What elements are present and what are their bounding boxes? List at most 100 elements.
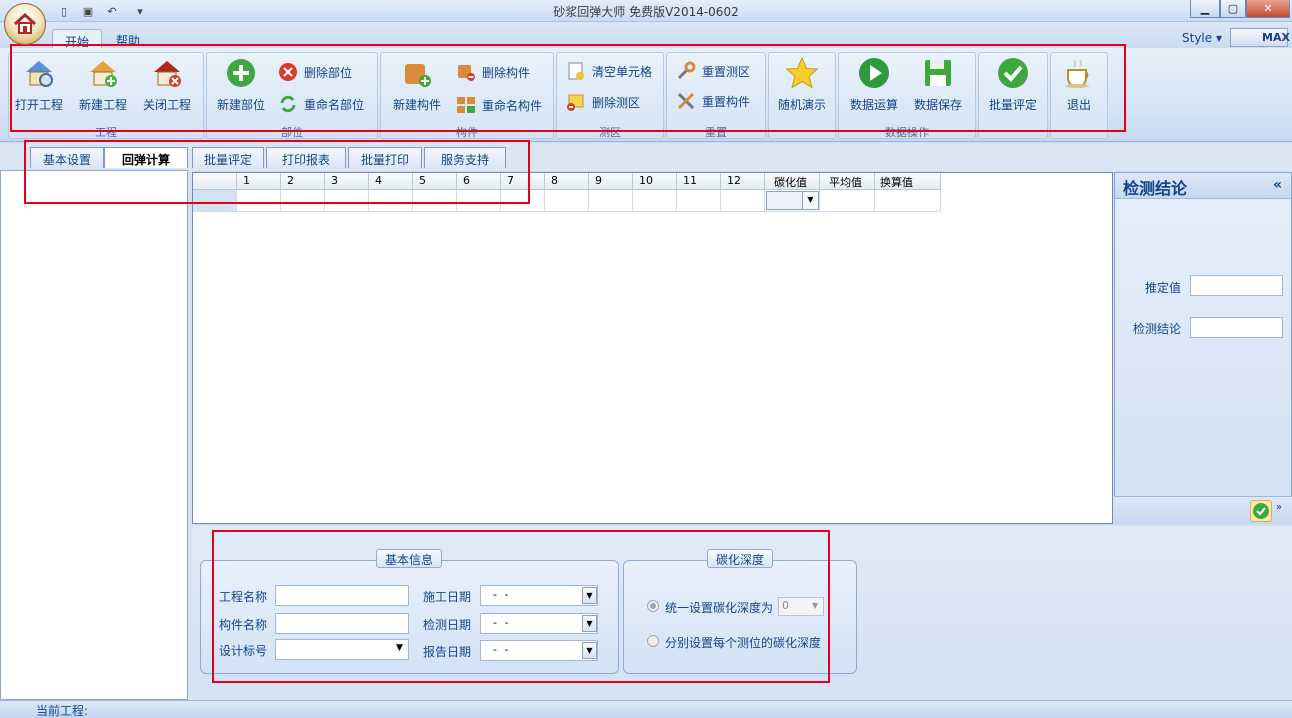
grid-cell[interactable] bbox=[545, 190, 589, 212]
delete-note-icon bbox=[567, 94, 584, 111]
grid-cell[interactable] bbox=[413, 190, 457, 212]
rename-member-button[interactable]: 重命名构件 bbox=[456, 93, 542, 117]
maximize-button[interactable]: ▢ bbox=[1220, 0, 1246, 18]
report-date-label: 报告日期 bbox=[423, 645, 472, 659]
group-title-part: 部位 bbox=[281, 126, 303, 139]
save-icon[interactable]: ▣ bbox=[80, 4, 96, 18]
delete-member-button[interactable]: 删除构件 bbox=[456, 60, 530, 84]
design-grade-select[interactable] bbox=[275, 639, 409, 660]
grid-header-col[interactable]: 4 bbox=[369, 173, 413, 190]
project-tree-panel[interactable] bbox=[0, 170, 188, 700]
grid-cell[interactable] bbox=[721, 190, 765, 212]
chevron-down-icon[interactable]: ▼ bbox=[802, 192, 818, 209]
tab-start[interactable]: 开始 bbox=[52, 29, 103, 50]
grid-header-col[interactable]: 7 bbox=[501, 173, 545, 190]
report-date-field[interactable]: - - bbox=[480, 640, 598, 661]
grid-cell[interactable] bbox=[281, 190, 325, 212]
chevron-down-icon[interactable]: ▼ bbox=[582, 587, 597, 604]
new-part-button[interactable]: 新建部位 bbox=[212, 54, 270, 118]
exit-label: 退出 bbox=[1066, 98, 1091, 112]
status-bar bbox=[0, 700, 1292, 718]
exit-button[interactable]: 退出 bbox=[1052, 54, 1106, 118]
rename-part-button[interactable]: 重命名部位 bbox=[278, 92, 364, 116]
close-button[interactable]: ✕ bbox=[1246, 0, 1290, 18]
grid-cell[interactable] bbox=[457, 190, 501, 212]
confirm-button[interactable] bbox=[1250, 500, 1272, 522]
grid-header-col[interactable]: 6 bbox=[457, 173, 501, 190]
floppy-icon bbox=[925, 60, 951, 86]
coffee-cup-icon bbox=[1065, 59, 1089, 88]
collapse-icon[interactable]: « bbox=[1273, 177, 1282, 193]
grid-header-col[interactable]: 12 bbox=[721, 173, 765, 190]
grid-header-col[interactable]: 8 bbox=[545, 173, 589, 190]
tab-help[interactable]: 帮助 bbox=[104, 29, 152, 50]
delete-part-label: 删除部位 bbox=[304, 65, 353, 80]
reset-zone-button[interactable]: 重置测区 bbox=[676, 59, 750, 83]
estimated-value-field[interactable] bbox=[1190, 275, 1283, 296]
wrench-icon bbox=[677, 61, 696, 80]
save-data-button[interactable]: 数据保存 bbox=[908, 54, 968, 118]
tab-batch-eval[interactable]: 批量评定 bbox=[192, 147, 264, 168]
grid-header-col[interactable]: 1 bbox=[237, 173, 281, 190]
open-project-button[interactable]: 打开工程 bbox=[12, 54, 66, 118]
construction-date-field[interactable]: - - bbox=[480, 585, 598, 606]
close-project-button[interactable]: 关闭工程 bbox=[138, 54, 196, 118]
grid-cell[interactable] bbox=[589, 190, 633, 212]
grid-header-col[interactable]: 3 bbox=[325, 173, 369, 190]
grid-cell[interactable] bbox=[677, 190, 721, 212]
conclusion-label: 检测结论 bbox=[1133, 322, 1182, 336]
new-project-button[interactable]: 新建工程 bbox=[74, 54, 132, 118]
chevron-down-icon[interactable]: ▼ bbox=[396, 643, 403, 653]
chevron-down-icon[interactable]: ▼ bbox=[582, 615, 597, 632]
each-depth-radio[interactable] bbox=[647, 635, 659, 647]
batch-eval-button[interactable]: 批量评定 bbox=[982, 54, 1044, 118]
member-name-field[interactable] bbox=[275, 613, 409, 634]
grid-cell[interactable] bbox=[325, 190, 369, 212]
tab-batch-print[interactable]: 批量打印 bbox=[348, 147, 422, 168]
grid-cell[interactable] bbox=[237, 190, 281, 212]
expand-icon[interactable]: » bbox=[1276, 502, 1282, 513]
grid-cell[interactable] bbox=[369, 190, 413, 212]
minimize-button[interactable]: ▁ bbox=[1190, 0, 1220, 18]
grid-header-col[interactable]: 2 bbox=[281, 173, 325, 190]
chevron-down-icon[interactable]: ▼ bbox=[582, 642, 597, 659]
grid-header-col[interactable]: 5 bbox=[413, 173, 457, 190]
grid-header-average[interactable]: 平均值 bbox=[820, 173, 875, 190]
play-icon bbox=[859, 58, 889, 88]
delete-zone-button[interactable]: 删除测区 bbox=[566, 90, 640, 114]
delete-zone-label: 删除测区 bbox=[592, 95, 641, 110]
grid-row-header[interactable] bbox=[193, 190, 237, 212]
clear-cells-button[interactable]: 清空单元格 bbox=[566, 59, 652, 83]
compute-button[interactable]: 数据运算 bbox=[844, 54, 904, 118]
rebound-data-grid[interactable] bbox=[192, 172, 1113, 524]
grid-header-carbonation[interactable]: 碳化值 bbox=[765, 173, 820, 190]
uniform-depth-radio[interactable] bbox=[647, 600, 659, 612]
group-title-reset: 重置 bbox=[705, 126, 727, 139]
tab-service-support[interactable]: 服务支持 bbox=[424, 147, 506, 168]
tab-basic-settings[interactable]: 基本设置 bbox=[30, 147, 104, 168]
tools-icon bbox=[677, 92, 695, 110]
customize-icon[interactable]: ▾ bbox=[132, 4, 148, 18]
reset-member-button[interactable]: 重置构件 bbox=[676, 89, 750, 113]
grid-cell[interactable] bbox=[501, 190, 545, 212]
grid-header-col[interactable]: 10 bbox=[633, 173, 677, 190]
project-name-field[interactable] bbox=[275, 585, 409, 606]
random-demo-button[interactable]: 随机演示 bbox=[772, 54, 832, 118]
new-file-icon[interactable]: ▯ bbox=[56, 4, 72, 18]
estimated-value-label: 推定值 bbox=[1145, 281, 1182, 295]
grid-header-col[interactable]: 11 bbox=[677, 173, 721, 190]
grid-header-col[interactable]: 9 bbox=[589, 173, 633, 190]
conclusion-field[interactable] bbox=[1190, 317, 1283, 338]
tab-print-report[interactable]: 打印报表 bbox=[266, 147, 346, 168]
chevron-down-icon[interactable]: ▼ bbox=[812, 601, 818, 610]
grid-header-converted[interactable]: 换算值 bbox=[875, 173, 941, 190]
app-menu-button[interactable] bbox=[4, 3, 46, 45]
tab-rebound-calc[interactable]: 回弹计算 bbox=[104, 147, 188, 168]
grid-cell[interactable] bbox=[633, 190, 677, 212]
inspection-date-field[interactable]: - - bbox=[480, 613, 598, 634]
delete-part-button[interactable]: 删除部位 bbox=[278, 60, 352, 84]
new-member-button[interactable]: 新建构件 bbox=[388, 54, 446, 118]
style-menu[interactable]: Style ▾ bbox=[1182, 31, 1222, 45]
undo-icon[interactable]: ↶ bbox=[104, 4, 120, 18]
member-name-label: 构件名称 bbox=[219, 618, 268, 632]
